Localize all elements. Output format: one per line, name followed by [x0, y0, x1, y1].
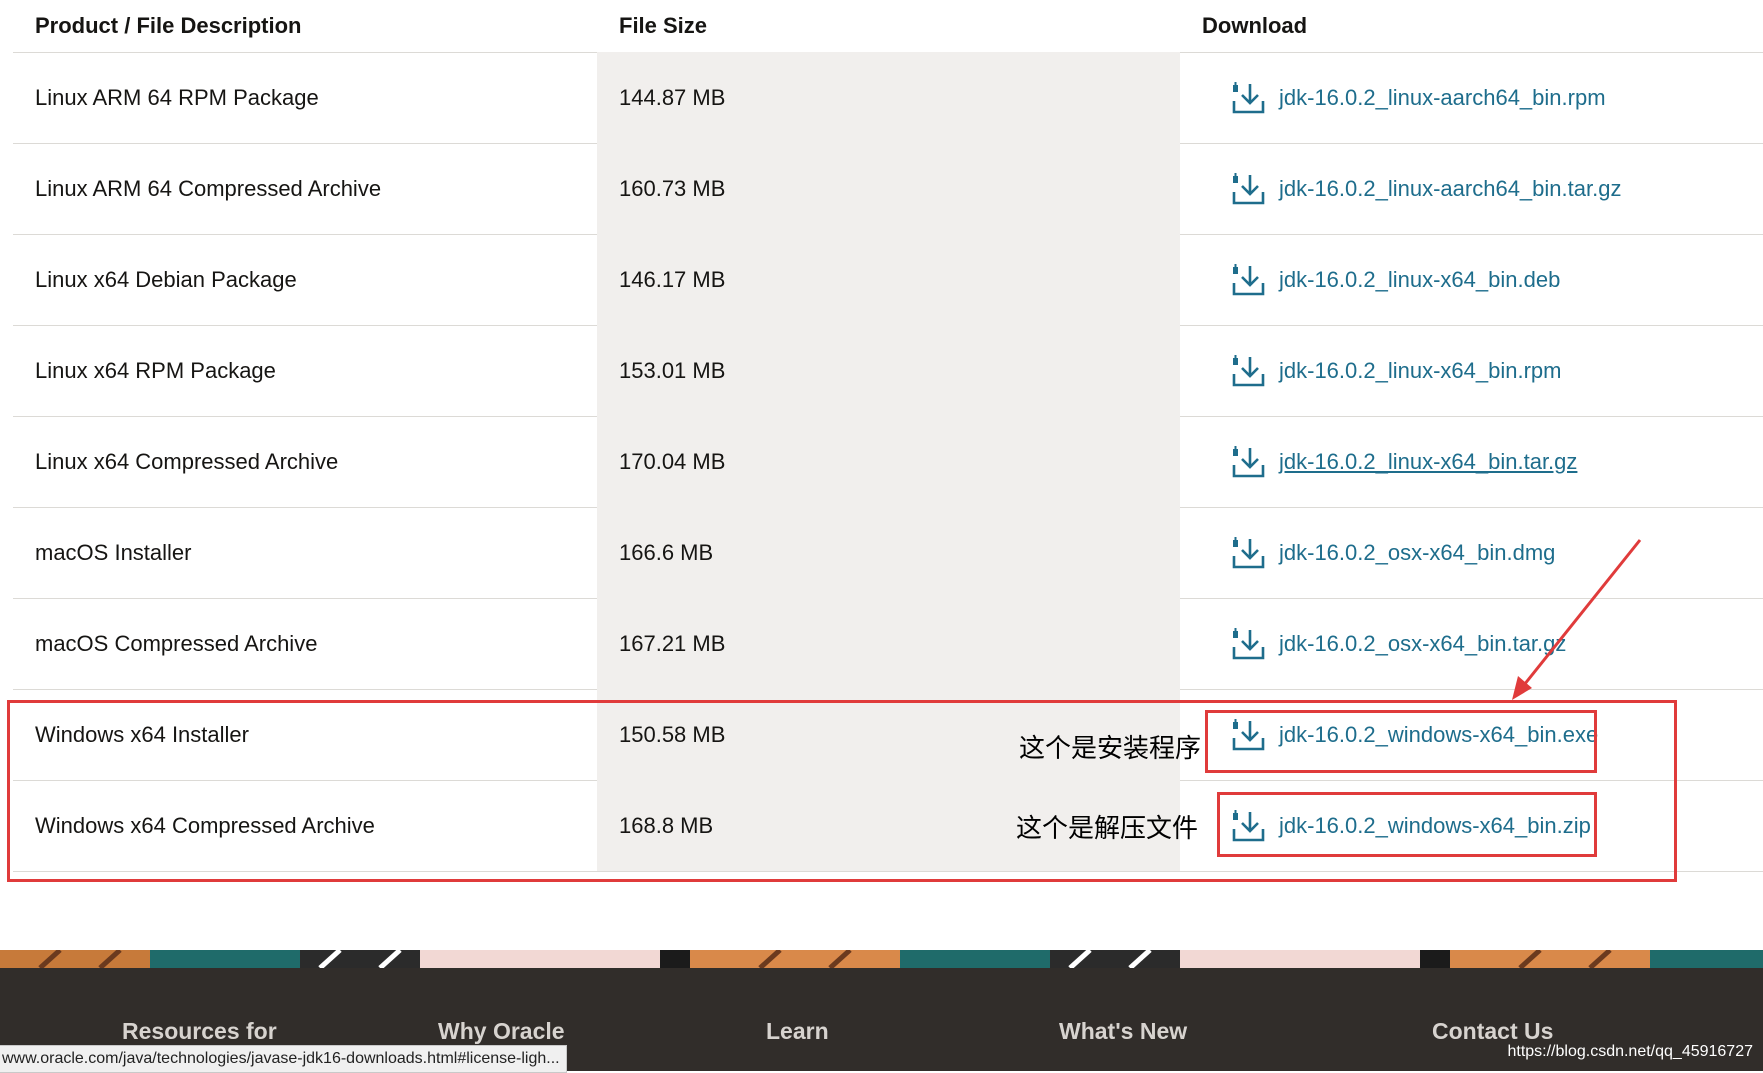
- footer-learn[interactable]: Learn: [766, 1018, 829, 1045]
- watermark: https://blog.csdn.net/qq_45916727: [1507, 1043, 1753, 1060]
- footer-pattern: [0, 950, 1763, 968]
- footer-why-oracle[interactable]: Why Oracle: [438, 1018, 565, 1045]
- footer-resources-for[interactable]: Resources for: [122, 1018, 277, 1045]
- footer-contact-us[interactable]: Contact Us: [1432, 1018, 1553, 1045]
- status-bar-url: www.oracle.com/java/technologies/javase-…: [0, 1045, 567, 1073]
- annotation-arrow-icon: [1512, 539, 1642, 700]
- footer-whats-new[interactable]: What's New: [1059, 1018, 1187, 1045]
